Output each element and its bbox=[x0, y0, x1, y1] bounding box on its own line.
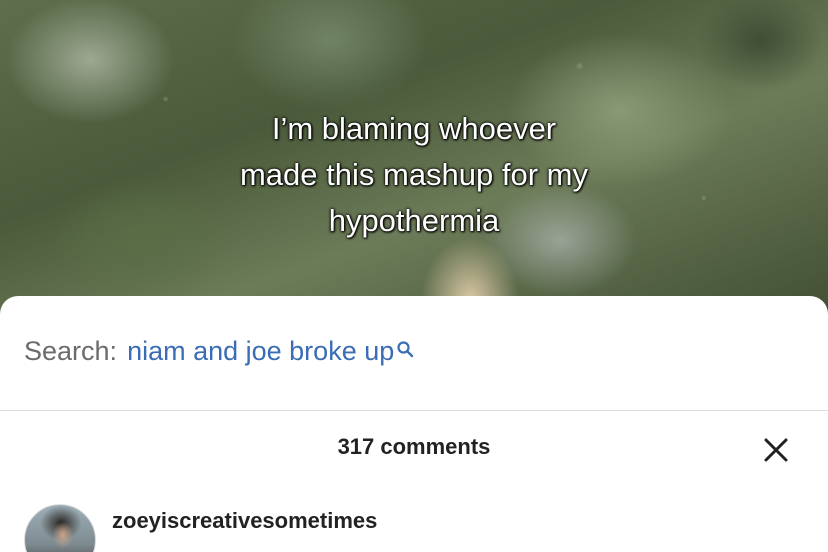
comments-sheet: Search: niam and joe broke up 317 commen… bbox=[0, 296, 828, 552]
close-icon bbox=[764, 438, 788, 462]
comment-item: zoeyiscreativesometimes bbox=[24, 502, 804, 552]
divider bbox=[0, 410, 828, 411]
close-button[interactable] bbox=[760, 434, 792, 466]
search-icon bbox=[396, 334, 414, 358]
comment-username[interactable]: zoeyiscreativesometimes bbox=[112, 508, 377, 534]
search-query-link[interactable]: niam and joe broke up bbox=[127, 336, 394, 367]
video-caption: I’m blaming whoever made this mashup for… bbox=[239, 111, 589, 238]
video-player[interactable]: I’m blaming whoever made this mashup for… bbox=[0, 0, 828, 330]
search-suggestion[interactable]: Search: niam and joe broke up bbox=[24, 326, 414, 376]
comment-count-title: 317 comments bbox=[337, 434, 491, 459]
search-prefix-label: Search: bbox=[24, 335, 118, 366]
app-screen: I’m blaming whoever made this mashup for… bbox=[0, 0, 828, 552]
avatar[interactable] bbox=[24, 504, 96, 552]
